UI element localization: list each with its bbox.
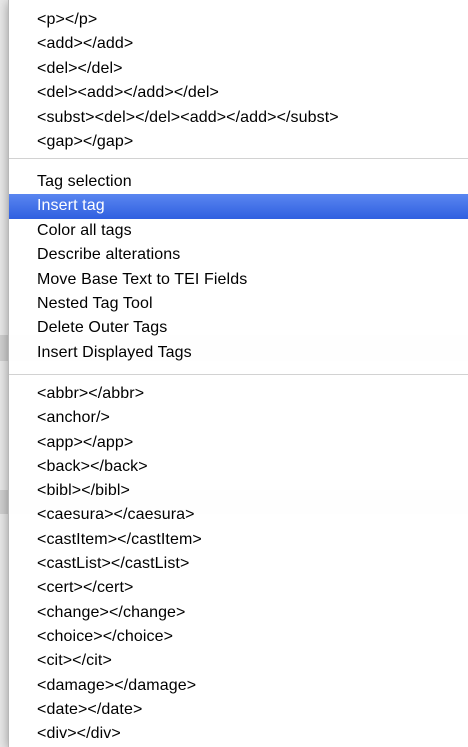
menu-item-tag-p-p[interactable]: <p></p> <box>9 8 468 32</box>
quick-tag-group: <p></p> <add></add> <del></del> <del><add><… <box>9 8 468 154</box>
screen: <p></p> <add></add> <del></del> <del><add><… <box>0 0 468 747</box>
menu-separator-2 <box>9 374 468 375</box>
menu-item-tag-damage-damage[interactable]: <damage></damage> <box>9 674 468 698</box>
menu-item-tag-cit-cit[interactable]: <cit></cit> <box>9 649 468 673</box>
menu-item-tag-castitem-castitem[interactable]: <castItem></castItem> <box>9 528 468 552</box>
menu-item-tag-back-back[interactable]: <back></back> <box>9 455 468 479</box>
menu-item-tag-del-del[interactable]: <del></del> <box>9 57 468 81</box>
menu-separator-1 <box>9 158 468 159</box>
menu-item-insert-tag[interactable]: Insert tag <box>9 194 468 219</box>
menu-item-tag-date-date[interactable]: <date></date> <box>9 698 468 722</box>
menu-item-tag-caesura-caesura[interactable]: <caesura></caesura> <box>9 503 468 527</box>
menu-item-tag-app-app[interactable]: <app></app> <box>9 431 468 455</box>
menu-item-tag-gap-gap[interactable]: <gap></gap> <box>9 130 468 154</box>
tag-list-group: <abbr></abbr> <anchor/> <app></app> <back><… <box>9 382 468 746</box>
menu-item-nested-tag-tool[interactable]: Nested Tag Tool <box>9 292 468 316</box>
menu-item-color-all-tags[interactable]: Color all tags <box>9 219 468 243</box>
menu-item-insert-displayed-tags[interactable]: Insert Displayed Tags <box>9 341 468 365</box>
menu-item-tag-cert-cert[interactable]: <cert></cert> <box>9 576 468 600</box>
menu-item-tag-del-add-add-del[interactable]: <del><add></add></del> <box>9 81 468 105</box>
menu-item-tag-anchor[interactable]: <anchor/> <box>9 406 468 430</box>
menu-item-tag-subst-del-del-add-add-subst[interactable]: <subst><del></del><add></add></subst> <box>9 106 468 130</box>
menu-item-describe-alterations[interactable]: Describe alterations <box>9 243 468 267</box>
menu-item-tag-abbr-abbr[interactable]: <abbr></abbr> <box>9 382 468 406</box>
menu-item-tag-castlist-castlist[interactable]: <castList></castList> <box>9 552 468 576</box>
menu-item-delete-outer-tags[interactable]: Delete Outer Tags <box>9 316 468 340</box>
menu-item-tag-choice-choice[interactable]: <choice></choice> <box>9 625 468 649</box>
menu-item-tag-div-div[interactable]: <div></div> <box>9 722 468 746</box>
menu-item-tag-bibl-bibl[interactable]: <bibl></bibl> <box>9 479 468 503</box>
menu-item-move-base-text-to-tei-fields[interactable]: Move Base Text to TEI Fields <box>9 268 468 292</box>
menu-item-tag-add-add[interactable]: <add></add> <box>9 32 468 56</box>
tag-actions-group: Tag selection Insert tag Color all tags Des… <box>9 170 468 365</box>
menu-item-tag-selection[interactable]: Tag selection <box>9 170 468 194</box>
context-menu: <p></p> <add></add> <del></del> <del><add><… <box>8 0 468 747</box>
menu-item-tag-change-change[interactable]: <change></change> <box>9 601 468 625</box>
